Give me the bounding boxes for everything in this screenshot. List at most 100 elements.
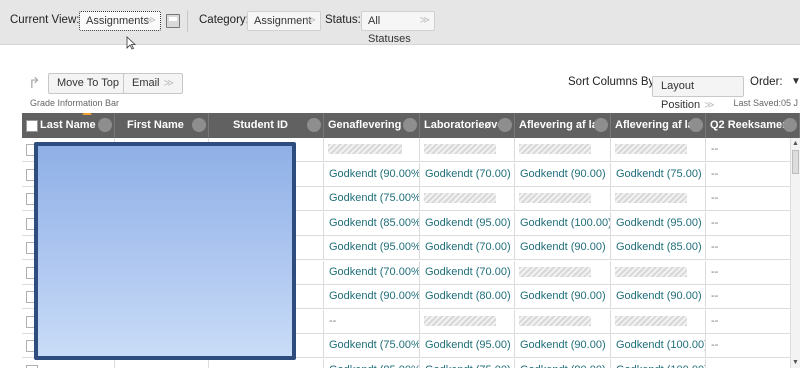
cell-aflevering-2[interactable]: Godkendt (100.00) xyxy=(611,334,706,357)
current-view-select[interactable]: Assignments ≫ xyxy=(79,11,161,31)
chevron-down-icon: ≫ xyxy=(145,15,156,26)
cell-aflevering-2[interactable]: Godkendt (100.00) xyxy=(611,358,706,368)
cell-laboratorieove[interactable]: Godkendt (95.00) xyxy=(420,334,515,357)
cell-value: -- xyxy=(711,314,719,327)
cell-aflevering-1[interactable] xyxy=(515,260,611,284)
cell-aflevering-1[interactable]: Godkendt (90.00) xyxy=(515,162,611,186)
current-view-label: Current View: xyxy=(10,14,80,26)
order-toggle-icon[interactable]: ▼ xyxy=(791,76,800,87)
move-to-top-button[interactable]: Move To Top xyxy=(48,73,128,94)
column-menu-icon[interactable] xyxy=(594,118,608,132)
category-select[interactable]: Assignment ≫ xyxy=(247,11,321,31)
column-menu-icon[interactable] xyxy=(689,118,703,132)
column-label: Laboratorieøve xyxy=(424,119,504,131)
vertical-scrollbar[interactable]: ▲ ▼ xyxy=(790,138,800,368)
status-value: All Statuses xyxy=(368,15,411,45)
cell-laboratorieove[interactable]: Godkendt (75.00) xyxy=(420,358,515,368)
cell-aflevering-1[interactable]: Godkendt (100.00) xyxy=(515,211,611,235)
column-menu-icon[interactable] xyxy=(192,118,206,132)
column-label: First Name xyxy=(127,119,184,131)
cell-value: Godkendt (70.00) xyxy=(425,241,511,253)
cell-aflevering-2[interactable]: Godkendt (95.00) xyxy=(611,211,706,235)
scroll-down-icon[interactable]: ▼ xyxy=(792,359,799,366)
status-select[interactable]: All Statuses ≫ xyxy=(361,11,435,45)
cell-q2-reeksamen[interactable]: -- xyxy=(706,138,800,161)
cell-aflevering-1[interactable] xyxy=(515,187,611,210)
column-header-laboratorieove[interactable]: Laboratorieøve xyxy=(420,113,515,138)
cell-aflevering-2[interactable] xyxy=(611,309,706,333)
column-menu-icon[interactable] xyxy=(403,118,417,132)
cell-genaflevering[interactable]: -- xyxy=(324,309,420,333)
email-label: Email xyxy=(132,77,160,89)
column-header-q2-reeksamen[interactable]: Q2 Reeksamen xyxy=(706,113,800,138)
cell-aflevering-2[interactable] xyxy=(611,187,706,210)
cell-genaflevering[interactable]: Godkendt (90.00%) xyxy=(324,285,420,308)
column-menu-icon[interactable] xyxy=(498,118,512,132)
cell-aflevering-1[interactable]: Godkendt (80.00) xyxy=(515,358,611,368)
cell-genaflevering[interactable]: Godkendt (85.00%) xyxy=(324,358,420,368)
cell-aflevering-1[interactable]: Godkendt (90.00) xyxy=(515,334,611,357)
cell-q2-reeksamen[interactable]: -- xyxy=(706,334,800,357)
column-header-first-name[interactable]: First Name xyxy=(115,113,209,138)
cell-value: -- xyxy=(711,265,719,278)
cell-aflevering-2[interactable]: Godkendt (75.00) xyxy=(611,162,706,186)
grade-information-bar[interactable]: Grade Information Bar xyxy=(30,98,119,108)
cell-laboratorieove[interactable] xyxy=(420,309,515,333)
sort-columns-by-label: Sort Columns By: xyxy=(568,76,658,88)
cell-aflevering-2[interactable]: Godkendt (90.00) xyxy=(611,285,706,308)
select-all-checkbox[interactable] xyxy=(26,120,38,132)
cell-laboratorieove[interactable] xyxy=(420,138,515,161)
save-icon[interactable] xyxy=(166,14,180,28)
cell-laboratorieove[interactable]: Godkendt (70.00) xyxy=(420,236,515,259)
row-checkbox[interactable] xyxy=(26,364,38,368)
grade-pending-placeholder xyxy=(424,144,496,154)
column-header-student-id[interactable]: Student ID xyxy=(209,113,324,138)
cell-aflevering-1[interactable] xyxy=(515,138,611,161)
cell-aflevering-2[interactable] xyxy=(611,138,706,161)
status-label: Status: xyxy=(325,14,361,26)
cell-genaflevering[interactable] xyxy=(324,138,420,161)
cell-aflevering-2[interactable]: Godkendt (85.00) xyxy=(611,236,706,259)
column-menu-icon[interactable] xyxy=(783,118,797,132)
cell-laboratorieove[interactable]: Godkendt (95.00) xyxy=(420,211,515,235)
cell-genaflevering[interactable]: Godkendt (85.00%) xyxy=(324,211,420,235)
cell-q2-reeksamen[interactable]: -- xyxy=(706,285,800,308)
cell-genaflevering[interactable]: Godkendt (75.00%) xyxy=(324,187,420,210)
cell-laboratorieove[interactable]: Godkendt (80.00) xyxy=(420,285,515,308)
cell-q2-reeksamen[interactable]: -- xyxy=(706,236,800,259)
cell-genaflevering[interactable]: Godkendt (90.00%) xyxy=(324,162,420,186)
column-header-aflevering-1[interactable]: Aflevering af lal xyxy=(515,113,611,138)
cell-laboratorieove[interactable] xyxy=(420,187,515,210)
cell-q2-reeksamen[interactable]: -- xyxy=(706,162,800,186)
email-button[interactable]: Email ≫ xyxy=(123,73,183,94)
cell-value: Godkendt (80.00) xyxy=(520,364,606,368)
cell-value: Godkendt (90.00) xyxy=(520,290,606,302)
column-header-genaflevering[interactable]: Genaflevering i xyxy=(324,113,420,138)
column-header-last-name[interactable]: Last Name xyxy=(22,113,115,138)
cell-q2-reeksamen[interactable]: -- xyxy=(706,211,800,235)
column-menu-icon[interactable] xyxy=(307,118,321,132)
cell-genaflevering[interactable]: Godkendt (75.00%) xyxy=(324,334,420,357)
cell-value: Godkendt (95.00) xyxy=(425,339,511,351)
column-menu-icon[interactable] xyxy=(98,118,112,132)
cell-genaflevering[interactable]: Godkendt (95.00%) xyxy=(324,236,420,259)
scroll-up-icon[interactable]: ▲ xyxy=(792,140,799,147)
cell-q2-reeksamen[interactable]: -- xyxy=(706,358,800,368)
cell-value: -- xyxy=(711,339,719,351)
cell-laboratorieove[interactable]: Godkendt (70.00) xyxy=(420,162,515,186)
cell-genaflevering[interactable]: Godkendt (70.00%) xyxy=(324,260,420,284)
column-header-aflevering-2[interactable]: Aflevering af lal xyxy=(611,113,706,138)
cell-q2-reeksamen[interactable]: -- xyxy=(706,309,800,333)
cell-q2-reeksamen[interactable]: -- xyxy=(706,260,800,284)
cell-laboratorieove[interactable]: Godkendt (70.00) xyxy=(420,260,515,284)
cell-value: Godkendt (90.00) xyxy=(520,167,606,180)
column-label: Last Name xyxy=(40,119,96,131)
cell-aflevering-2[interactable] xyxy=(611,260,706,284)
grade-pending-placeholder xyxy=(519,266,591,277)
scroll-thumb[interactable] xyxy=(792,150,799,174)
cell-aflevering-1[interactable] xyxy=(515,309,611,333)
cell-q2-reeksamen[interactable]: -- xyxy=(706,187,800,210)
cell-aflevering-1[interactable]: Godkendt (90.00) xyxy=(515,236,611,259)
cell-aflevering-1[interactable]: Godkendt (90.00) xyxy=(515,285,611,308)
sort-columns-select[interactable]: Layout Position ≫ xyxy=(652,76,744,111)
